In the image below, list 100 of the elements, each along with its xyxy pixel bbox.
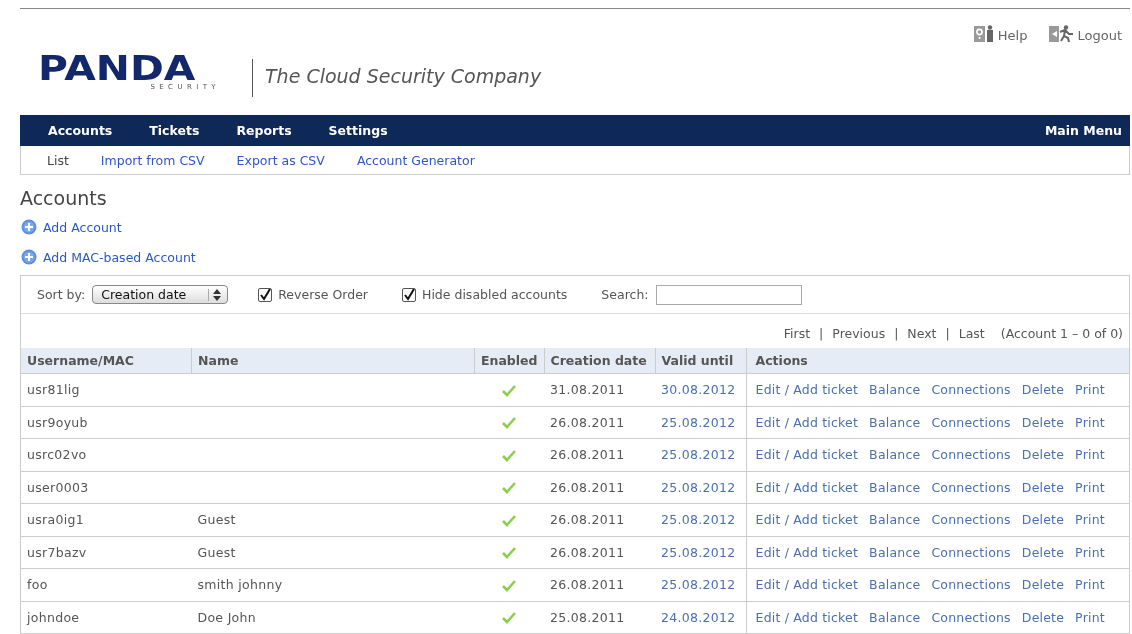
action-link[interactable]: Balance (869, 479, 921, 495)
action-link[interactable]: Balance (869, 512, 921, 528)
checkmark-icon (403, 288, 415, 301)
action-link[interactable]: Delete (1021, 609, 1065, 625)
action-link[interactable]: Edit / Add ticket (755, 447, 859, 463)
table-cell: usr81lig (21, 373, 192, 406)
table-cell: usr9oyub (21, 406, 192, 439)
pagination-link[interactable]: Last (958, 325, 985, 341)
action-link[interactable]: Edit / Add ticket (755, 479, 859, 495)
action-link[interactable]: Connections (931, 414, 1011, 430)
action-link[interactable]: Delete (1021, 512, 1065, 528)
subnav-item[interactable]: Import from CSV (100, 152, 205, 168)
action-link[interactable]: Balance (869, 577, 921, 593)
table-cell: 26.08.2011 (544, 406, 656, 439)
action-link[interactable]: Connections (931, 479, 1011, 495)
separator: | (894, 325, 899, 341)
date-link[interactable]: 30.08.2012 (661, 382, 736, 398)
action-link[interactable]: Delete (1021, 447, 1065, 463)
action-link[interactable]: Balance (869, 609, 921, 625)
date-link[interactable]: 24.08.2012 (661, 609, 736, 625)
main-menu-link[interactable]: Main Menu (1044, 123, 1122, 138)
action-link[interactable]: Delete (1021, 577, 1065, 593)
table-cell: usr7bazv (21, 536, 192, 569)
add-link[interactable]: Add MAC-based Account (21, 249, 196, 265)
add-link[interactable]: Add Account (21, 219, 122, 235)
sort-dropdown[interactable]: Creation date (92, 285, 229, 304)
table-cell: 31.08.2011 (544, 373, 656, 406)
action-link[interactable]: Connections (931, 577, 1011, 593)
action-link[interactable]: Edit / Add ticket (755, 414, 859, 430)
help-icon (973, 25, 996, 43)
action-link[interactable]: Delete (1021, 479, 1065, 495)
action-link[interactable]: Print (1075, 512, 1105, 528)
table-cell: Guest (191, 536, 475, 569)
table-cell: 26.08.2011 (544, 471, 656, 504)
table-cell: usrc02vo (21, 438, 192, 471)
action-link[interactable]: Print (1075, 479, 1105, 495)
column-header: Creation date (544, 348, 656, 374)
logo-wordmark: PANDA (38, 53, 196, 83)
plus-circle-icon (21, 219, 37, 235)
action-link[interactable]: Delete (1021, 382, 1065, 398)
action-link[interactable]: Balance (869, 447, 921, 463)
checkbox-label: Reverse Order (278, 287, 368, 302)
date-link[interactable]: 25.08.2012 (661, 479, 736, 495)
column-header: Name (191, 348, 475, 374)
column-header: Username/MAC (21, 348, 192, 374)
logout-link[interactable]: Logout (1049, 25, 1122, 43)
checkbox[interactable] (402, 287, 416, 302)
action-link[interactable]: Edit / Add ticket (755, 512, 859, 528)
search-field[interactable] (655, 284, 802, 305)
subnav-item[interactable]: List (47, 152, 69, 168)
plus-circle-icon (21, 249, 37, 265)
action-link[interactable]: Connections (931, 382, 1011, 398)
action-link[interactable]: Print (1075, 609, 1105, 625)
action-link[interactable]: Print (1075, 414, 1105, 430)
table-cell: 25.08.2011 (544, 601, 656, 634)
nav-item[interactable]: Reports (236, 123, 292, 138)
action-link[interactable]: Connections (931, 609, 1011, 625)
action-link[interactable]: Print (1075, 382, 1105, 398)
action-link[interactable]: Delete (1021, 544, 1065, 560)
column-header: Valid until (655, 348, 747, 374)
action-link[interactable]: Print (1075, 447, 1105, 463)
table-cell: 26.08.2011 (544, 568, 656, 601)
date-link[interactable]: 25.08.2012 (661, 544, 736, 560)
date-link[interactable]: 25.08.2012 (661, 414, 736, 430)
action-link[interactable]: Edit / Add ticket (755, 577, 859, 593)
table-cell: foo (21, 568, 192, 601)
action-link[interactable]: Delete (1021, 414, 1065, 430)
column-header: Enabled (474, 348, 545, 374)
nav-item[interactable]: Accounts (48, 123, 113, 138)
action-link[interactable]: Edit / Add ticket (755, 382, 859, 398)
date-link[interactable]: 25.08.2012 (661, 447, 736, 463)
action-link[interactable]: Connections (931, 512, 1011, 528)
nav-item[interactable]: Tickets (149, 123, 200, 138)
date-link[interactable]: 25.08.2012 (661, 512, 736, 528)
action-link[interactable]: Balance (869, 414, 921, 430)
pagination-link[interactable]: Previous (832, 325, 886, 341)
subnav-item[interactable]: Export as CSV (236, 152, 325, 168)
date-link[interactable]: 25.08.2012 (661, 577, 736, 593)
action-link[interactable]: Print (1075, 544, 1105, 560)
help-link[interactable]: Help (973, 25, 1028, 43)
column-header: Actions (746, 348, 1129, 374)
table-cell: smith johnny (191, 568, 475, 601)
checkbox[interactable] (258, 287, 273, 302)
exit-door-icon (1049, 25, 1076, 43)
action-link[interactable]: Connections (931, 544, 1011, 560)
action-link[interactable]: Print (1075, 577, 1105, 593)
action-link[interactable]: Edit / Add ticket (755, 544, 859, 560)
table-cell: user0003 (21, 471, 192, 504)
pagination-link[interactable]: First (783, 325, 811, 341)
pagination-summary: (Account 1 – 0 of 0) (1000, 325, 1123, 341)
action-link[interactable]: Connections (931, 447, 1011, 463)
table-cell: usra0ig1 (21, 503, 192, 536)
action-link[interactable]: Edit / Add ticket (755, 609, 859, 625)
separator: | (819, 325, 824, 341)
checkmark-icon (259, 288, 272, 301)
nav-item[interactable]: Settings (328, 123, 388, 138)
action-link[interactable]: Balance (869, 382, 921, 398)
action-link[interactable]: Balance (869, 544, 921, 560)
subnav-item[interactable]: Account Generator (356, 152, 475, 168)
pagination-link[interactable]: Next (907, 325, 937, 341)
